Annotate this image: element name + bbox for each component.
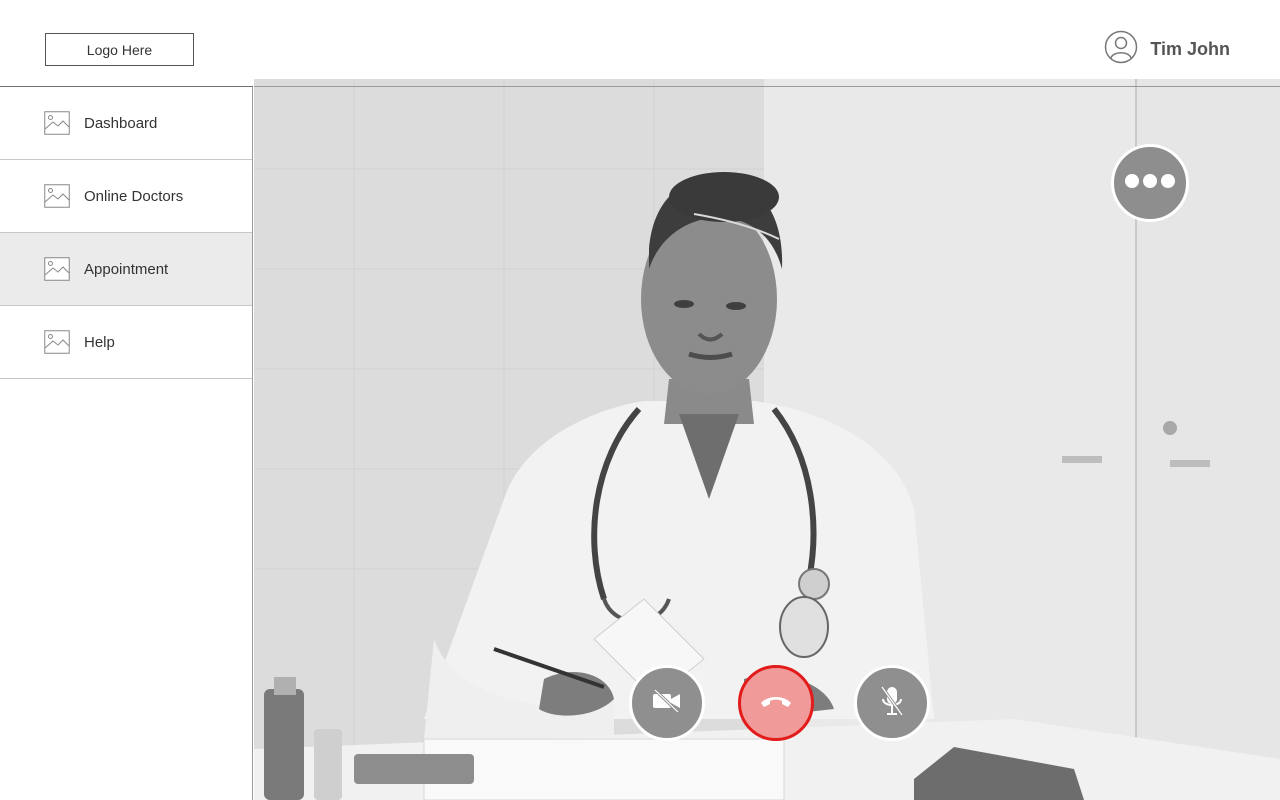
- user-avatar-icon: [1104, 30, 1138, 69]
- video-off-icon: [651, 688, 683, 719]
- sidebar: Dashboard Online Doctors Appointment Hel…: [0, 87, 253, 800]
- sidebar-item-appointment[interactable]: Appointment: [0, 233, 252, 306]
- sidebar-item-label: Appointment: [84, 260, 169, 278]
- more-options-button[interactable]: [1111, 144, 1189, 222]
- end-call-button[interactable]: [738, 665, 814, 741]
- sidebar-item-dashboard[interactable]: Dashboard: [0, 87, 252, 160]
- user-menu[interactable]: Tim John: [1104, 30, 1230, 69]
- mute-microphone-button[interactable]: [854, 665, 930, 741]
- image-placeholder-icon: [44, 111, 70, 135]
- image-placeholder-icon: [44, 257, 70, 281]
- camera-toggle-button[interactable]: [629, 665, 705, 741]
- sidebar-item-label: Dashboard: [84, 114, 158, 132]
- sidebar-item-label: Online Doctors: [84, 187, 184, 205]
- video-top-border: [254, 86, 1280, 87]
- sidebar-item-help[interactable]: Help: [0, 306, 252, 379]
- mic-off-icon: [879, 685, 905, 722]
- sidebar-item-online-doctors[interactable]: Online Doctors: [0, 160, 252, 233]
- phone-hangup-icon: [758, 692, 794, 715]
- video-call-area: [254, 79, 1280, 800]
- image-placeholder-icon: [44, 184, 70, 208]
- user-name: Tim John: [1150, 38, 1230, 59]
- more-options-icon: [1124, 173, 1176, 194]
- sidebar-item-label: Help: [84, 333, 115, 351]
- logo[interactable]: Logo Here: [45, 33, 194, 66]
- image-placeholder-icon: [44, 330, 70, 354]
